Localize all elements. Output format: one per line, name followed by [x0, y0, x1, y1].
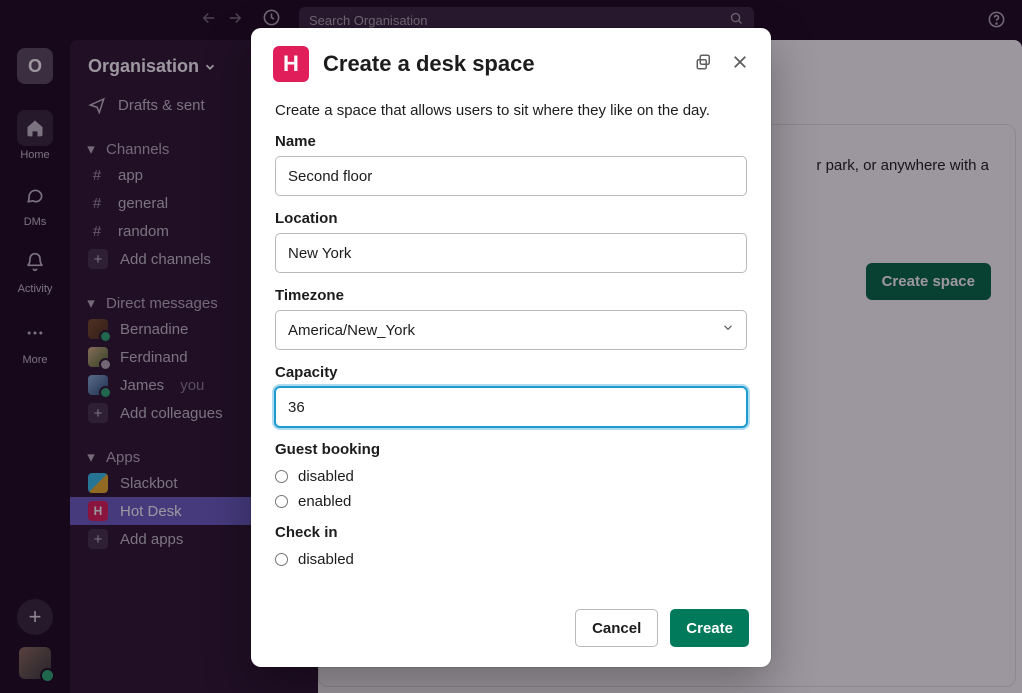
modal-title: Create a desk space — [323, 51, 681, 77]
radio-label: disabled — [298, 551, 354, 568]
guest-booking-option[interactable]: enabled — [275, 489, 747, 514]
name-field[interactable] — [275, 156, 747, 196]
capacity-field[interactable] — [275, 387, 747, 427]
radio-input[interactable] — [275, 553, 288, 566]
capacity-label: Capacity — [275, 364, 747, 381]
app-brand-icon: H — [273, 46, 309, 82]
cancel-button[interactable]: Cancel — [575, 609, 658, 647]
location-field[interactable] — [275, 233, 747, 273]
timezone-select[interactable]: America/New_York — [275, 310, 747, 350]
modal-scroll-area[interactable]: Create a space that allows users to sit … — [251, 90, 771, 594]
close-icon[interactable] — [731, 53, 749, 76]
radio-label: enabled — [298, 493, 351, 510]
guest-booking-label: Guest booking — [275, 441, 747, 458]
timezone-label: Timezone — [275, 287, 747, 304]
check-in-option[interactable]: disabled — [275, 547, 747, 572]
radio-input[interactable] — [275, 470, 288, 483]
radio-input[interactable] — [275, 495, 288, 508]
location-label: Location — [275, 210, 747, 227]
new-window-icon[interactable] — [695, 53, 713, 76]
create-button[interactable]: Create — [670, 609, 749, 647]
guest-booking-option[interactable]: disabled — [275, 464, 747, 489]
checkin-label: Check in — [275, 524, 747, 541]
radio-label: disabled — [298, 468, 354, 485]
create-desk-space-modal: H Create a desk space Create a space tha… — [251, 28, 771, 667]
name-label: Name — [275, 133, 747, 150]
modal-intro: Create a space that allows users to sit … — [275, 102, 747, 119]
